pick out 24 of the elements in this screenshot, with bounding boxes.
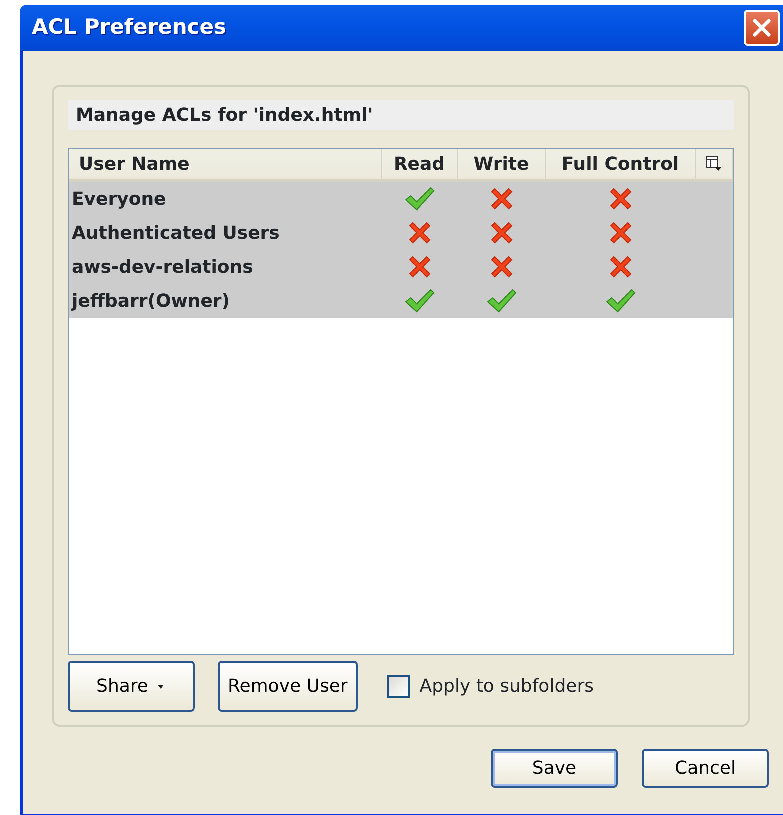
table-row[interactable]: Everyone: [69, 182, 733, 216]
table-row[interactable]: aws-dev-relations: [69, 250, 733, 284]
window-title: ACL Preferences: [32, 14, 226, 42]
user-name: aws-dev-relations: [72, 256, 254, 280]
close-icon: [751, 17, 773, 39]
user-name: Authenticated Users: [72, 222, 280, 246]
remove-user-button[interactable]: Remove User: [218, 661, 358, 712]
user-name: jeffbarr(Owner): [72, 290, 230, 314]
column-chooser-icon[interactable]: [705, 155, 723, 173]
dialog-button[interactable]: Save: [491, 749, 618, 788]
table-row[interactable]: Authenticated Users: [69, 216, 733, 250]
caret-icon: [156, 684, 166, 690]
user-name: Everyone: [72, 188, 166, 212]
column-header[interactable]: Write: [474, 150, 530, 178]
dialog-button[interactable]: Cancel: [642, 749, 769, 788]
checkbox-label: Apply to subfolders: [420, 675, 594, 699]
table-row[interactable]: jeffbarr(Owner): [69, 284, 733, 318]
column-header[interactable]: Full Control: [562, 150, 680, 178]
share-button[interactable]: Share: [68, 661, 195, 712]
close-button[interactable]: [744, 10, 780, 46]
column-header[interactable]: User Name: [79, 150, 190, 178]
file-heading: Manage ACLs for 'index.html': [68, 100, 734, 130]
checkbox[interactable]: [386, 675, 410, 698]
column-header[interactable]: Read: [394, 150, 446, 178]
